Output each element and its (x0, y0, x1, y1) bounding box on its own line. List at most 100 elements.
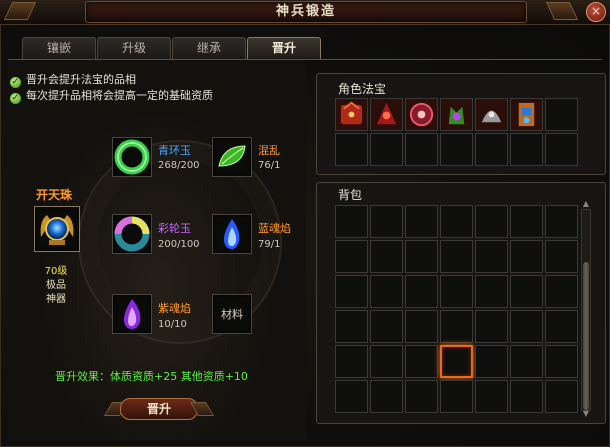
bag-slot[interactable] (440, 345, 473, 378)
bag-slot[interactable] (545, 380, 578, 413)
green-demon-icon (448, 106, 465, 125)
silver-beast-icon (481, 110, 502, 123)
treasure-slot[interactable] (545, 98, 578, 131)
bag-slot[interactable] (510, 380, 543, 413)
bag-slot[interactable] (440, 310, 473, 343)
material-name: 紫魂焰 (158, 302, 191, 315)
material-slot[interactable] (212, 137, 252, 177)
bag-slot[interactable] (440, 380, 473, 413)
title-ornament-right (545, 2, 579, 20)
bag-slot[interactable] (545, 310, 578, 343)
material-slot[interactable] (112, 137, 152, 177)
bag-slot[interactable] (545, 275, 578, 308)
treasure-slot[interactable] (440, 133, 473, 166)
bag-slot[interactable] (405, 205, 438, 238)
bag-slot[interactable] (440, 205, 473, 238)
bag-slot[interactable] (510, 240, 543, 273)
main-item-type: 神器 (46, 294, 66, 305)
bag-slot[interactable] (370, 240, 403, 273)
bag-slot[interactable] (370, 310, 403, 343)
tab-inlay[interactable]: 镶嵌 (22, 37, 96, 59)
close-button[interactable]: × (586, 2, 606, 22)
bag-slot[interactable] (370, 345, 403, 378)
bag-slot[interactable] (440, 240, 473, 273)
bag-slot[interactable] (475, 240, 508, 273)
bag-slot[interactable] (335, 345, 368, 378)
bag-slot[interactable] (405, 240, 438, 273)
treasure-slot[interactable] (405, 133, 438, 166)
bag-slot[interactable] (440, 275, 473, 308)
bag-slot[interactable] (475, 380, 508, 413)
main-item-level: 70级 (44, 266, 68, 277)
tab-promote[interactable]: 晋升 (247, 37, 321, 59)
tab-upgrade[interactable]: 升级 (97, 37, 171, 59)
bag-slot[interactable] (475, 205, 508, 238)
treasure-slot[interactable] (510, 133, 543, 166)
bag-slot[interactable] (335, 240, 368, 273)
bag-slot[interactable] (370, 380, 403, 413)
bag-slot[interactable] (545, 240, 578, 273)
bag-slot[interactable] (510, 205, 543, 238)
treasure-slot[interactable] (335, 98, 368, 131)
note-aptitude: ✓ 每次提升品相将会提高一定的基础资质 (10, 87, 213, 104)
bag-slot[interactable] (510, 310, 543, 343)
bag-slot[interactable] (335, 275, 368, 308)
blue-soul-flame-icon (223, 219, 240, 249)
bag-slot[interactable] (405, 310, 438, 343)
note-text: 每次提升品相将会提高一定的基础资质 (26, 89, 213, 102)
purple-soul-flame-icon (123, 299, 141, 329)
material-name: 彩轮玉 (158, 222, 191, 235)
material-count: 76/1 (258, 160, 281, 171)
bag-slot[interactable] (335, 205, 368, 238)
material-count: 268/200 (158, 160, 200, 171)
treasure-slot[interactable] (475, 98, 508, 131)
material-name: 青环玉 (158, 144, 191, 157)
bag-slot[interactable] (545, 345, 578, 378)
material-slot[interactable] (112, 294, 152, 334)
promote-button[interactable]: 晋升 (120, 398, 198, 420)
bag-slot[interactable] (370, 205, 403, 238)
treasure-slot[interactable] (405, 98, 438, 131)
red-orb-icon (409, 102, 434, 127)
tab-inherit[interactable]: 继承 (172, 37, 246, 59)
main-item-slot[interactable] (34, 206, 80, 252)
blue-totem-icon (518, 102, 535, 127)
bag-slot[interactable] (405, 380, 438, 413)
scrollbar-thumb[interactable] (583, 262, 589, 410)
bag-slot[interactable] (335, 380, 368, 413)
treasure-slot[interactable] (440, 98, 473, 131)
bag-slot[interactable] (510, 275, 543, 308)
treasure-slot[interactable] (545, 133, 578, 166)
material-slot[interactable] (212, 214, 252, 254)
bag-slot[interactable] (475, 275, 508, 308)
bag-slot[interactable] (510, 345, 543, 378)
bag-slot[interactable] (335, 310, 368, 343)
bag-slot[interactable] (475, 310, 508, 343)
green-leaf-gem-icon (218, 145, 246, 167)
main-item-name: 开天珠 (36, 188, 73, 202)
material-name: 混乱 (258, 144, 280, 157)
treasure-slot[interactable] (475, 133, 508, 166)
bag-slot[interactable] (475, 345, 508, 378)
material-count: 79/1 (258, 239, 281, 250)
empty-material-slot[interactable]: 材料 (212, 294, 252, 334)
title-ornament-left (3, 2, 37, 20)
scroll-down-icon[interactable]: ▼ (581, 410, 591, 418)
treasure-slot[interactable] (370, 133, 403, 166)
check-icon: ✓ (10, 93, 21, 104)
treasure-slot[interactable] (370, 98, 403, 131)
treasure-slot[interactable] (510, 98, 543, 131)
material-slot[interactable] (112, 214, 152, 254)
bag-slot[interactable] (405, 275, 438, 308)
red-demon-armor-icon (376, 102, 397, 125)
material-count: 10/10 (158, 319, 187, 330)
bag-scrollbar[interactable] (581, 209, 591, 411)
material-count: 200/100 (158, 239, 200, 250)
window-title: 神兵锻造 (85, 1, 527, 23)
kaitian-orb-icon (40, 215, 74, 245)
scroll-up-icon[interactable]: ▲ (581, 200, 591, 208)
bag-slot[interactable] (405, 345, 438, 378)
treasure-slot[interactable] (335, 133, 368, 166)
bag-slot[interactable] (370, 275, 403, 308)
bag-slot[interactable] (545, 205, 578, 238)
